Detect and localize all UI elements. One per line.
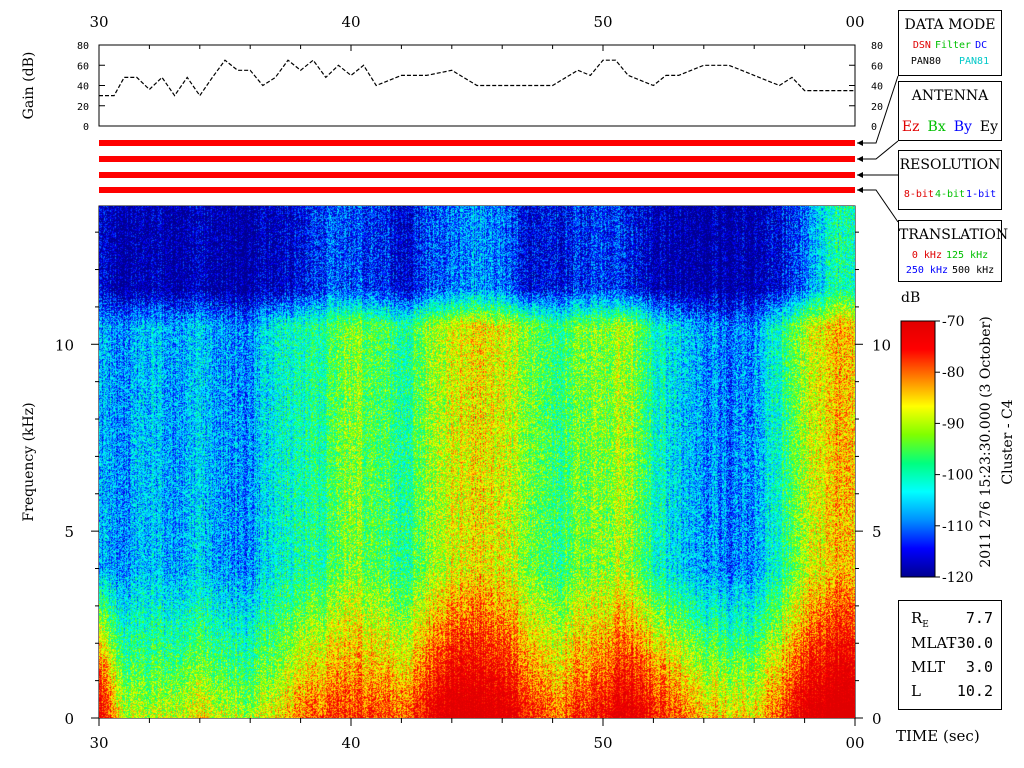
indicator-bar xyxy=(99,172,855,178)
indicator-connector xyxy=(857,189,899,223)
figure-title-block: 2011 276 15:23:30.000 (3 October) xyxy=(978,302,998,582)
legend-item: Ez xyxy=(901,119,920,135)
indicator-arrow xyxy=(857,187,863,193)
freq-tick-label-left: 10 xyxy=(55,336,74,354)
gain-tick-label-right: 0 xyxy=(871,122,877,133)
legend-item: 8-bit xyxy=(903,189,934,200)
mlat-row: MLAT -30.0 xyxy=(907,634,995,654)
legend-item: 125 kHz xyxy=(945,250,989,261)
colorbar: -70 -80 -90 -100 -110 -120 xyxy=(900,314,973,586)
gain-tick-label-left: 40 xyxy=(77,82,89,93)
mlt-label: MLT xyxy=(911,658,946,676)
translation-row-2: 250 kHz 500 kHz xyxy=(899,265,1001,276)
mlt-value: 3.0 xyxy=(965,658,993,676)
x-tick-label-top: 00 xyxy=(845,13,864,31)
gain-y-label: Gain (dB) xyxy=(21,52,37,120)
freq-y-label: Frequency (kHz) xyxy=(21,402,37,521)
x-axis-label: TIME (sec) xyxy=(896,727,980,745)
freq-tick-label-right: 0 xyxy=(872,710,882,728)
indicator-bar xyxy=(99,140,855,146)
resolution-title: RESOLUTION xyxy=(899,157,1001,173)
antenna-row: Ez Bx By Ey xyxy=(899,119,1001,135)
colorbar-tick-label: -90 xyxy=(942,416,965,432)
colorbar-rect xyxy=(900,320,936,578)
translation-title: TRANSLATION xyxy=(899,227,1009,243)
legend-item: By xyxy=(953,119,972,135)
indicator-bars xyxy=(99,75,899,223)
gain-tick-label-left: 0 xyxy=(83,122,89,133)
indicator-arrow xyxy=(857,156,863,162)
indicator-arrow xyxy=(857,172,863,178)
x-tick-label-top: 40 xyxy=(341,13,360,31)
translation-panel: TRANSLATION 0 kHz 125 kHz 250 kHz 500 kHz xyxy=(898,220,1009,282)
legend-item: 1-bit xyxy=(966,189,997,200)
legend-item: Ey xyxy=(979,119,999,135)
l-row: L 10.2 xyxy=(907,682,995,702)
data-mode-row-1: DSN Filter DC xyxy=(899,40,1001,51)
legend-item: PAN80 xyxy=(910,56,941,67)
gain-tick-label-right: 40 xyxy=(871,82,883,93)
colorbar-tick-label: -110 xyxy=(942,519,973,535)
mlat-value: -30.0 xyxy=(947,634,993,652)
x-tick-label-top: 30 xyxy=(89,13,108,31)
legend-item: DC xyxy=(975,40,988,51)
indicator-connector xyxy=(857,140,899,160)
legend-item: 500 kHz xyxy=(952,265,995,276)
legend-item: PAN81 xyxy=(959,56,990,67)
re-label: RE xyxy=(911,609,929,630)
data-mode-title: DATA MODE xyxy=(904,17,996,33)
legend-item: 4-bit xyxy=(934,189,966,200)
gain-tick-label-left: 80 xyxy=(77,41,89,52)
figure-title: 2011 276 15:23:30.000 (3 October) xyxy=(978,316,994,568)
legend-item: DSN xyxy=(912,40,931,51)
freq-tick-label-left: 0 xyxy=(64,710,74,728)
legend-item: 0 kHz xyxy=(911,250,942,261)
antenna-title: ANTENNA xyxy=(911,88,989,104)
spectrogram-image xyxy=(99,206,855,718)
resolution-panel: RESOLUTION 8-bit4-bit1-bit xyxy=(898,150,1002,210)
gain-series-line xyxy=(99,59,855,97)
indicator-bar xyxy=(99,156,855,162)
gain-panel: 0 020 2040 4060 6080 8030 40 50 00Gain (dB) xyxy=(21,13,883,133)
re-row: RE 7.7 xyxy=(907,609,995,630)
figure-subtitle: Cluster - C4 xyxy=(1000,399,1016,485)
mlt-row: MLT 3.0 xyxy=(907,658,995,678)
antenna-panel: ANTENNA Ez Bx By Ey xyxy=(898,81,1002,141)
legend-item: 250 kHz xyxy=(905,265,948,276)
figure-subtitle-block: Cluster - C4 xyxy=(1000,342,1020,542)
freq-tick-label-right: 10 xyxy=(872,336,891,354)
translation-row-1: 0 kHz 125 kHz xyxy=(899,250,1001,261)
indicator-bar xyxy=(99,187,855,193)
gain-tick-label-right: 60 xyxy=(871,61,883,72)
figure: 0 0 20 20 40 40 60 60 80 80 30 40 50 00 Gain (dB) 0055… xyxy=(0,0,1024,768)
gain-tick-label-right: 80 xyxy=(871,41,883,52)
data-mode-row-2: PAN80 PAN81 xyxy=(899,56,1001,67)
l-label: L xyxy=(911,682,921,700)
legend-item: Filter xyxy=(934,40,972,51)
re-value: 7.7 xyxy=(965,609,993,627)
x-tick-label-top: 50 xyxy=(593,13,612,31)
x-tick-label-bottom: 30 xyxy=(89,734,108,752)
colorbar-unit: dB xyxy=(901,290,921,306)
legend-item: Bx xyxy=(927,119,946,135)
gain-tick-label-left: 20 xyxy=(77,102,89,113)
indicator-arrow xyxy=(857,140,863,146)
x-tick-label-bottom: 40 xyxy=(341,734,360,752)
colorbar-tick-label: -100 xyxy=(942,468,973,484)
freq-tick-label-left: 5 xyxy=(64,523,74,541)
colorbar-tick-label: -80 xyxy=(942,365,965,381)
x-tick-label-bottom: 00 xyxy=(845,734,864,752)
data-mode-panel: DATA MODE DSN Filter DC PAN80 PAN81 xyxy=(898,10,1002,76)
gain-tick-label-right: 20 xyxy=(871,102,883,113)
freq-tick-label-right: 5 xyxy=(872,523,882,541)
x-tick-label-bottom: 50 xyxy=(593,734,612,752)
resolution-row: 8-bit4-bit1-bit xyxy=(899,189,1001,200)
orbit-info-panel: RE 7.7 MLAT -30.0 MLT 3.0 L 10.2 xyxy=(898,600,1002,710)
colorbar-tick-label: -120 xyxy=(942,570,973,586)
l-value: 10.2 xyxy=(956,682,993,700)
gain-tick-label-left: 60 xyxy=(77,61,89,72)
colorbar-tick-label: -70 xyxy=(942,314,965,330)
